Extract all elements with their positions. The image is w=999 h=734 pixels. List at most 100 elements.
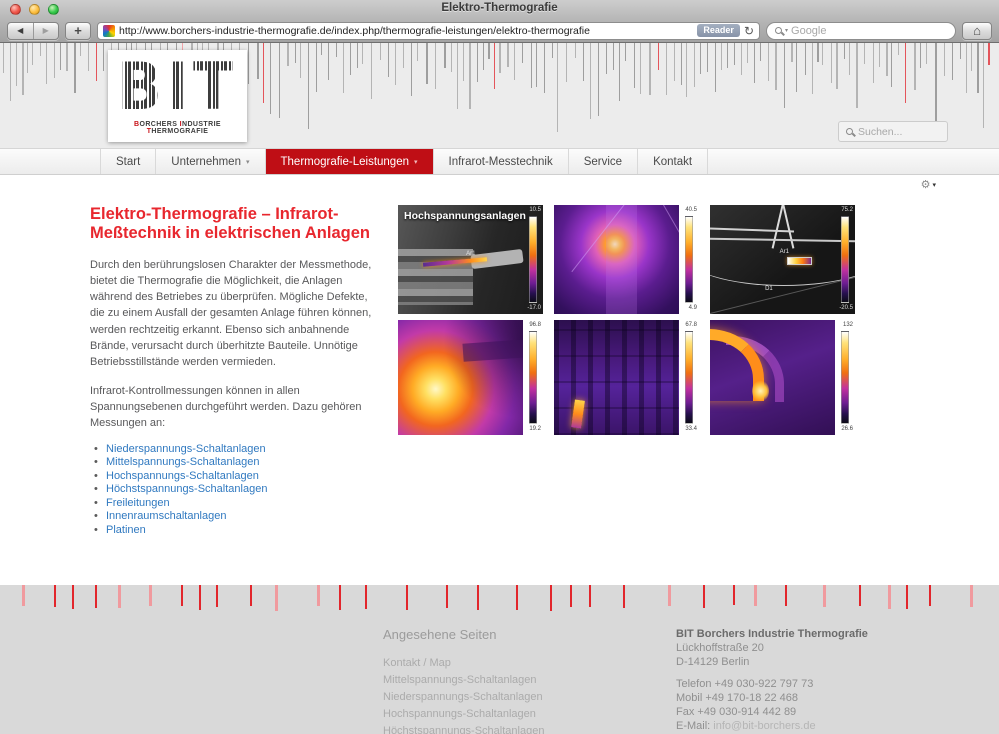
email-link[interactable]: info@bit-borchers.de — [713, 720, 815, 732]
barcode-line — [583, 43, 584, 81]
footer-tick-line — [446, 585, 448, 608]
nav-item-service[interactable]: Service — [569, 149, 638, 174]
footer-link-mittelspannung[interactable]: Mittelspannungs-Schaltanlagen — [383, 674, 537, 686]
chevron-down-icon: ▾ — [246, 158, 250, 166]
hotspot-art — [787, 257, 812, 265]
home-button[interactable]: ⌂ — [962, 22, 992, 40]
address-bar[interactable]: Reader ↻ — [97, 22, 760, 40]
reload-icon[interactable]: ↻ — [744, 25, 754, 37]
scale-gradient — [841, 216, 849, 303]
nav-item-thermografie-leistungen[interactable]: Thermografie-Leistungen▾ — [266, 149, 434, 174]
barcode-line — [514, 43, 515, 80]
barcode-line — [3, 43, 4, 73]
scale-min: 19.2 — [529, 426, 541, 433]
footer-tick-line — [365, 585, 367, 609]
link-innenraumschaltanlagen[interactable]: Innenraumschaltanlagen — [106, 510, 226, 522]
reader-button[interactable]: Reader — [697, 24, 740, 37]
link-platinen[interactable]: Platinen — [106, 524, 146, 536]
link-hochspannung[interactable]: Hochspannungs-Schaltanlagen — [106, 470, 259, 482]
nav-item-unternehmen[interactable]: Unternehmen▾ — [156, 149, 265, 174]
barcode-line — [768, 43, 769, 81]
search-engine-caret-icon[interactable]: ▾ — [785, 27, 788, 34]
add-bookmark-button[interactable]: + — [65, 22, 91, 40]
footer-link-hochspannung[interactable]: Hochspannungs-Schaltanlagen — [383, 708, 536, 720]
footer-tick-line — [317, 585, 320, 606]
barcode-line — [357, 43, 358, 68]
barcode-line — [321, 43, 322, 55]
scale-max: 75.2 — [841, 207, 853, 214]
footer-link-niederspannung[interactable]: Niederspannungs-Schaltanlagen — [383, 691, 543, 703]
company-name: BIT Borchers Industrie Thermografie — [676, 627, 868, 641]
footer-tick-line — [339, 585, 341, 610]
browser-toolbar: ◀ ▶ + Reader ↻ ▾ ⌂ — [0, 18, 999, 43]
footer-tick-line — [406, 585, 408, 610]
footer-link-hoechstspannung[interactable]: Höchstspannungs-Schaltanlagen — [383, 725, 544, 734]
footer-tick-line — [668, 585, 671, 606]
scale-min: -17.0 — [527, 305, 541, 312]
barcode-line — [287, 43, 289, 66]
barcode-line — [557, 43, 558, 132]
list-item: Mittelspannungs-Schaltanlagen — [90, 456, 384, 470]
link-niederspannung[interactable]: Niederspannungs-Schaltanlagen — [106, 443, 266, 455]
barcode-line — [544, 43, 545, 93]
barcode-line — [619, 43, 620, 101]
barcode-line — [944, 43, 945, 76]
url-input[interactable] — [119, 25, 693, 37]
barcode-line — [727, 43, 728, 68]
nav-item-kontakt[interactable]: Kontakt — [638, 149, 708, 174]
barcode-line — [336, 43, 337, 57]
title-bar[interactable]: Elektro-Thermografie — [0, 0, 999, 18]
site-logo[interactable]: BIT BORCHERS INDUSTRIE THERMOGRAFIE — [108, 50, 247, 142]
barcode-line — [613, 43, 614, 70]
barcode-line — [666, 43, 667, 95]
scale-max: 132 — [843, 322, 853, 329]
footer-tick-line — [733, 585, 735, 605]
site-header: BIT BORCHERS INDUSTRIE THERMOGRAFIE — [0, 43, 999, 148]
page-tools-menu[interactable]: ⚙ ▾ — [921, 178, 936, 191]
list-item: Platinen — [90, 524, 384, 538]
logo-subtitle: BORCHERS INDUSTRIE THERMOGRAFIE — [108, 121, 247, 135]
site-search-input[interactable] — [858, 126, 993, 138]
list-item: Höchstspannungs-Schaltanlagen — [383, 723, 544, 734]
temperature-scale: 10.5 -17.0 — [523, 205, 543, 314]
site-favicon — [103, 25, 115, 37]
measurement-marker: Ar1 — [466, 251, 475, 257]
list-item: Kontakt / Map — [383, 655, 544, 672]
forward-button[interactable]: ▶ — [34, 23, 59, 39]
barcode-line — [411, 43, 412, 96]
barcode-line — [966, 43, 967, 93]
scale-max: 10.5 — [529, 207, 541, 214]
footer-tick-line — [72, 585, 74, 609]
back-button[interactable]: ◀ — [8, 23, 34, 39]
article: Elektro-Thermografie – Infrarot-Meßtechn… — [90, 205, 384, 538]
barcode-line — [270, 43, 271, 114]
barcode-line — [74, 43, 76, 93]
barcode-line — [873, 43, 874, 83]
list-item: Niederspannungs-Schaltanlagen — [90, 443, 384, 457]
footer-tick-line — [823, 585, 826, 607]
barcode-line — [403, 43, 404, 68]
footer-tick-line — [550, 585, 552, 611]
site-search-field[interactable] — [838, 121, 948, 142]
footer-popular-pages: Angesehene Seiten Kontakt / Map Mittelsp… — [383, 627, 544, 734]
footer-link-kontakt-map[interactable]: Kontakt / Map — [383, 657, 451, 669]
list-item: Hochspannungs-Schaltanlagen — [383, 706, 544, 723]
scale-gradient — [685, 216, 693, 303]
link-freileitungen[interactable]: Freileitungen — [106, 497, 170, 509]
temperature-scale: 96.8 19.2 — [523, 320, 543, 435]
link-hoechstspannung[interactable]: Höchstspannungs-Schaltanlagen — [106, 483, 267, 495]
barcode-line — [831, 43, 832, 83]
link-mittelspannung[interactable]: Mittelspannungs-Schaltanlagen — [106, 456, 260, 468]
list-item: Höchstspannungs-Schaltanlagen — [90, 483, 384, 497]
browser-search-field[interactable]: ▾ — [766, 22, 956, 40]
site-footer: Angesehene Seiten Kontakt / Map Mittelsp… — [0, 585, 999, 734]
nav-item-start[interactable]: Start — [100, 149, 156, 174]
barcode-line — [295, 43, 296, 63]
barcode-line — [96, 43, 97, 81]
browser-search-input[interactable] — [791, 25, 947, 37]
barcode-line — [886, 43, 888, 76]
barcode-line — [395, 43, 396, 85]
barcode-line — [849, 43, 850, 75]
nav-item-infrarot-messtechnik[interactable]: Infrarot-Messtechnik — [434, 149, 569, 174]
barcode-line — [248, 43, 249, 84]
